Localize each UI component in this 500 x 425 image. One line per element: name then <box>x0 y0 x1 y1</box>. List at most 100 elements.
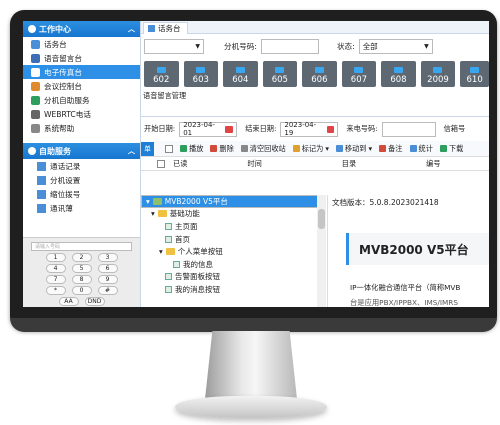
extension-tile[interactable]: 608 <box>381 61 416 87</box>
calendar-icon[interactable] <box>225 125 234 133</box>
tree-node-label: 我的消息按钮 <box>175 284 220 294</box>
download-button[interactable]: 下载 <box>439 143 464 154</box>
status-select[interactable]: 全部 ▼ <box>358 38 433 54</box>
end-date-label: 结束日期: <box>245 124 277 133</box>
ext-number-input[interactable] <box>260 38 319 54</box>
play-button[interactable]: 播放 <box>180 144 203 154</box>
keypad-key[interactable]: 2 <box>71 253 92 262</box>
sidebar-item-voicemail[interactable]: 语音留言台 <box>23 51 140 65</box>
tree-node-label: 首页 <box>175 234 190 244</box>
column-header-read[interactable]: 已读 <box>173 159 187 169</box>
tree-node-leaf[interactable]: 主页面 <box>141 220 326 233</box>
sidebar-item-ext-settings[interactable]: 分机设置 <box>23 173 140 187</box>
note-button[interactable]: 备注 <box>379 144 403 154</box>
keypad-key[interactable]: * <box>45 286 66 295</box>
page-icon <box>165 235 172 243</box>
tree-node-leaf[interactable]: 告警面板按钮 <box>141 271 326 284</box>
sidebar-item-contacts[interactable]: 通讯薄 <box>23 201 140 215</box>
sidebar-group-self-service[interactable]: 自助服务 ︿ <box>23 143 140 159</box>
monitor-icon <box>470 67 480 73</box>
column-header-directory[interactable]: 目录 <box>342 159 356 169</box>
sidebar-item-fax[interactable]: 电子传真台 <box>23 65 140 79</box>
sidebar-group-work-center[interactable]: 工作中心 ︿ <box>23 21 140 37</box>
section-title: 语音留言管理 <box>143 91 187 100</box>
keypad-key[interactable]: 1 <box>45 253 66 262</box>
status-value: 全部 <box>362 41 378 51</box>
keypad-key[interactable]: # <box>97 286 118 295</box>
stats-button[interactable]: 统计 <box>409 144 433 154</box>
select-all-checkbox[interactable] <box>165 144 173 153</box>
aa-button[interactable]: AA <box>58 297 79 306</box>
tab-console[interactable]: 话务台 <box>143 22 188 34</box>
chevron-up-icon[interactable]: ︿ <box>128 24 135 34</box>
extension-number: 607 <box>350 75 368 85</box>
toolbar-label: 删除 <box>219 143 234 153</box>
start-date-input[interactable]: 2023-04-01 <box>179 121 238 137</box>
tab-label: 话务台 <box>158 24 181 33</box>
tree-node-leaf[interactable]: 首页 <box>141 233 326 246</box>
end-date-input[interactable]: 2023-04-19 <box>280 121 339 137</box>
dial-input[interactable]: 请输入号码 <box>31 242 132 251</box>
keypad-key[interactable]: 3 <box>97 253 118 262</box>
tree-node-leaf[interactable]: 我的消息按钮 <box>141 283 326 296</box>
contacts-icon <box>37 203 46 213</box>
extension-tile[interactable]: 2009 <box>420 61 456 87</box>
sidebar-item-webrtc[interactable]: WEBRTC电话 <box>23 107 140 121</box>
calendar-icon[interactable] <box>326 125 335 133</box>
monitor-icon <box>275 67 285 73</box>
sidebar-item-speed-dial[interactable]: 缩位拨号 <box>23 187 140 201</box>
keypad-key[interactable]: 8 <box>71 275 92 284</box>
keypad-key[interactable]: 0 <box>71 286 92 295</box>
sidebar-item-conference[interactable]: 会议控制台 <box>23 79 140 93</box>
keypad-key[interactable]: 5 <box>71 264 92 273</box>
doc-paragraph: IP一体化融合通信平台（简称MVB <box>350 283 461 292</box>
extension-tile[interactable]: 605 <box>262 61 298 87</box>
group-select[interactable]: ▼ <box>144 38 204 54</box>
keypad-key[interactable]: 6 <box>97 264 118 273</box>
move-to-button[interactable]: 移动到 ▾ <box>335 144 373 154</box>
extension-tile[interactable]: 610 <box>460 61 489 87</box>
tree-scrollbar[interactable] <box>317 195 326 307</box>
help-icon <box>31 123 40 133</box>
delete-button[interactable]: 删除 <box>210 143 234 154</box>
end-date-value: 2023-04-19 <box>284 121 317 137</box>
scrollbar-thumb[interactable] <box>318 209 325 229</box>
toolbar-toggle[interactable]: 单 <box>141 141 154 156</box>
extension-tile[interactable]: 602 <box>144 61 179 87</box>
start-date-label: 开始日期: <box>144 124 176 133</box>
tree-node-leaf[interactable]: 我的信息 <box>141 258 326 271</box>
extension-number: 603 <box>192 75 209 85</box>
extension-tile[interactable]: 607 <box>341 61 377 87</box>
sidebar-item-console[interactable]: 话务台 <box>23 37 140 51</box>
keypad-key[interactable]: 4 <box>45 264 66 273</box>
column-header-number[interactable]: 编号 <box>426 159 440 169</box>
clear-recycle-button[interactable]: 清空回收站 <box>240 144 286 154</box>
sidebar-item-label: 电子传真台 <box>44 67 82 77</box>
help-tree: ▾ MVB2000 V5平台 ▾ 基础功能 主页面 首页 ▾ 个人菜单按钮 我的… <box>141 195 326 307</box>
extension-tile[interactable]: 606 <box>302 61 337 87</box>
tree-node-folder[interactable]: ▾ 个人菜单按钮 <box>141 245 326 258</box>
sidebar-item-help[interactable]: 系统帮助 <box>23 121 140 135</box>
chevron-down-icon: ▾ <box>368 144 373 153</box>
monitor-icon <box>393 67 403 73</box>
extension-tile[interactable]: 603 <box>183 61 219 87</box>
voicemail-toolbar: 单 播放 删除 清空回收站 标记为 ▾ 移动到 ▾ 备注 统计 下载 <box>141 141 489 157</box>
caller-number-input[interactable] <box>381 121 436 137</box>
tree-node-root[interactable]: ▾ MVB2000 V5平台 <box>141 195 326 208</box>
tree-node-folder[interactable]: ▾ 基础功能 <box>141 208 326 221</box>
chevron-up-icon[interactable]: ︿ <box>128 146 135 156</box>
mark-as-button[interactable]: 标记为 ▾ <box>292 144 329 154</box>
keypad-key[interactable]: 7 <box>45 275 66 284</box>
keypad-key[interactable]: 9 <box>97 275 118 284</box>
sidebar-item-self-service[interactable]: 分机自助服务 <box>23 93 140 107</box>
dnd-button[interactable]: DND <box>84 297 105 306</box>
sidebar-item-call-log[interactable]: 通话记录 <box>23 159 140 173</box>
column-header-time[interactable]: 时间 <box>247 159 261 169</box>
sidebar-item-label: 语音留言台 <box>44 53 82 63</box>
extension-tile[interactable]: 604 <box>223 61 258 87</box>
extension-number: 610 <box>466 75 483 85</box>
header-checkbox[interactable] <box>157 159 165 168</box>
toolbar-label: 下载 <box>448 143 464 153</box>
monitor-icon <box>354 67 364 73</box>
screen: 工作中心 ︿ 话务台 语音留言台 电子传真台 会议控制台 分机自助服务 WEBR… <box>23 21 489 307</box>
